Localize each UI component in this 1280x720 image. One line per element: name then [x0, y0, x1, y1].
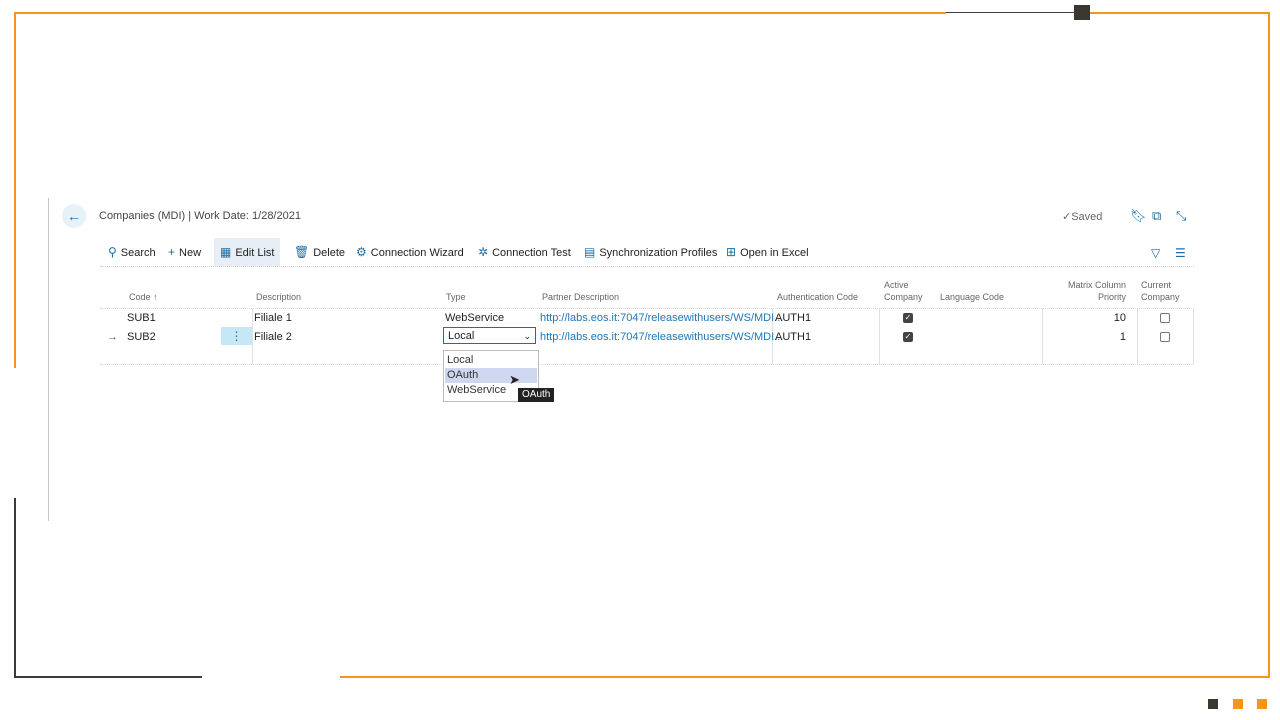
dropdown-option-oauth[interactable]: OAuth: [445, 368, 537, 383]
row1-current-company-checkbox[interactable]: [1160, 313, 1170, 323]
frame-square: [1074, 5, 1090, 20]
col-header-current-company[interactable]: Current Company: [1141, 279, 1180, 303]
new-button[interactable]: + New: [168, 238, 201, 266]
col-header-description[interactable]: Description: [256, 291, 301, 303]
row1-authentication-code[interactable]: AUTH1: [775, 312, 811, 324]
wizard-icon: ⚙: [356, 245, 367, 259]
row1-type[interactable]: WebService: [445, 312, 504, 324]
delete-button[interactable]: 🗑︎ Delete: [294, 238, 345, 266]
document-icon: ▤: [584, 245, 596, 259]
dropdown-option-local[interactable]: Local: [445, 353, 537, 368]
synchronization-profiles-button[interactable]: ▤ Synchronization Profiles: [584, 238, 717, 266]
col-divider: [252, 308, 253, 364]
edit-list-button[interactable]: ▦ Edit List: [214, 238, 281, 266]
connection-wizard-button[interactable]: ⚙ Connection Wizard: [356, 238, 464, 266]
frame-bottom-orange: [340, 676, 1270, 678]
row2-current-company-checkbox[interactable]: [1160, 332, 1170, 342]
header-divider: [100, 308, 1194, 310]
col-header-type[interactable]: Type: [446, 291, 466, 303]
excel-icon: ⊞: [726, 245, 737, 259]
row1-partner-description[interactable]: http://labs.eos.it:7047/releasewithusers…: [540, 312, 783, 324]
filter-icon[interactable]: ▽: [1151, 246, 1160, 260]
option-tooltip: OAuth: [518, 388, 555, 402]
row1-active-company-checkbox[interactable]: ✓: [903, 313, 913, 323]
grid-bottom-divider: [100, 364, 1194, 366]
row2-description[interactable]: Filiale 2: [254, 331, 292, 343]
back-button[interactable]: ←: [62, 204, 86, 228]
action-bar-divider: [100, 266, 1194, 268]
frame-top-orange: [14, 12, 946, 14]
row1-matrix-priority[interactable]: 10: [1110, 312, 1126, 324]
row2-type-select[interactable]: Local ⌄: [443, 327, 536, 344]
frame-bottom-dark: [14, 676, 202, 678]
collapse-icon[interactable]: ⤡: [1176, 208, 1186, 224]
chevron-down-icon: ⌄: [523, 331, 531, 341]
trash-icon: 🗑︎: [294, 245, 310, 259]
connection-test-icon: ✲: [478, 245, 489, 259]
list-view-icon[interactable]: ☰: [1175, 246, 1186, 260]
page-left-border: [48, 198, 49, 521]
row2-matrix-priority[interactable]: 1: [1110, 331, 1126, 343]
saved-status: ✓Saved: [1062, 211, 1103, 223]
col-header-matrix-column-priority[interactable]: Matrix Column Priority: [1066, 279, 1126, 303]
page-title: Companies (MDI) | Work Date: 1/28/2021: [99, 210, 301, 222]
col-header-active-company[interactable]: Active Company: [884, 279, 923, 303]
connection-test-button[interactable]: ✲ Connection Test: [478, 238, 571, 266]
row2-active-company-checkbox[interactable]: ✓: [903, 332, 913, 342]
frame-top-dark: [946, 12, 1076, 13]
col-header-language-code[interactable]: Language Code: [940, 291, 1004, 303]
row2-code[interactable]: SUB2: [127, 331, 156, 343]
row1-description[interactable]: Filiale 1: [254, 312, 292, 324]
check-icon: ✓: [1062, 211, 1072, 223]
col-divider: [1137, 308, 1138, 364]
search-icon: ⚲: [108, 245, 117, 259]
open-new-window-icon[interactable]: ⧉: [1152, 208, 1161, 224]
frame-left-orange: [14, 12, 16, 368]
current-row-arrow-icon: →: [107, 331, 118, 343]
edit-list-icon: ▦: [220, 245, 232, 259]
plus-icon: +: [168, 245, 176, 259]
corner-square-dark: [1208, 699, 1218, 709]
frame-top-orange-right: [1090, 12, 1270, 14]
search-button[interactable]: ⚲ Search: [108, 238, 156, 266]
mouse-pointer-icon: ➤: [509, 372, 520, 387]
col-header-partner-description[interactable]: Partner Description: [542, 291, 619, 303]
row-actions-menu-button[interactable]: ⋮: [221, 327, 252, 345]
col-divider: [879, 308, 880, 364]
action-bar: ⚲ Search + New ▦ Edit List 🗑︎ Delete ⚙ Connec…: [100, 238, 1194, 266]
col-divider: [1193, 308, 1194, 364]
col-divider: [1042, 308, 1043, 364]
row1-code[interactable]: SUB1: [127, 312, 156, 324]
corner-square-orange-2: [1257, 699, 1267, 709]
corner-square-orange: [1233, 699, 1243, 709]
open-in-excel-button[interactable]: ⊞ Open in Excel: [726, 238, 809, 266]
row2-partner-description[interactable]: http://labs.eos.it:7047/releasewithusers…: [540, 331, 783, 343]
col-header-authentication-code[interactable]: Authentication Code: [777, 291, 858, 303]
col-header-code[interactable]: Code ↑: [129, 291, 158, 303]
bookmark-icon[interactable]: 🔖︎: [1130, 208, 1147, 224]
frame-right-orange: [1268, 12, 1270, 678]
row2-authentication-code[interactable]: AUTH1: [775, 331, 811, 343]
frame-left-dark: [14, 498, 16, 678]
back-arrow-icon: ←: [67, 208, 81, 224]
